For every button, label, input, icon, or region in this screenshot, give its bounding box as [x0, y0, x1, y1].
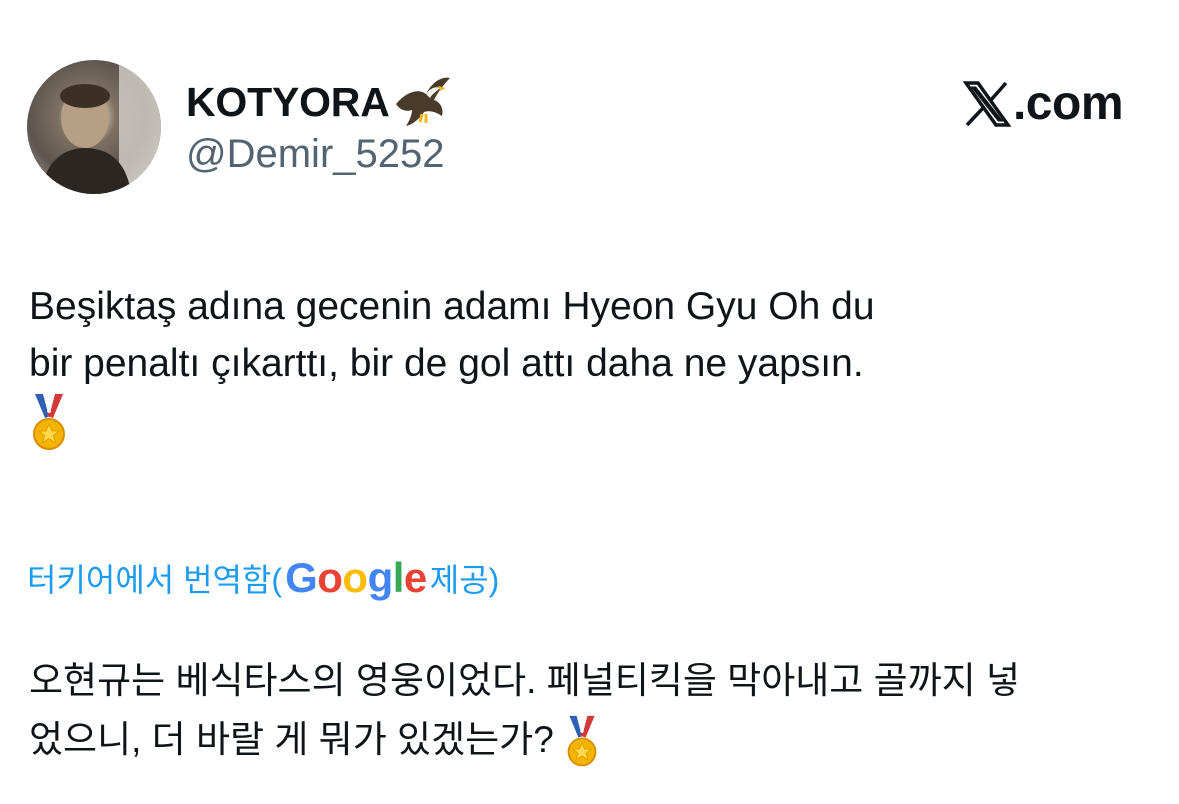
translated-by-link[interactable]: 터키어에서 번역함( Google 제공): [27, 550, 499, 606]
medal-emoji-icon: [33, 394, 65, 450]
translated-label-suffix: 제공): [429, 562, 500, 598]
translated-text-line: 오현규는 베식타스의 영웅이었다. 페널티킥을 막아내고 골까지 넣: [29, 660, 1021, 701]
author-name-row[interactable]: KOTYORA: [186, 74, 452, 130]
avatar[interactable]: [27, 60, 161, 194]
tweet-body: Beşiktaş adına gecenin adamı Hyeon Gyu O…: [29, 278, 1149, 454]
translated-label-prefix: 터키어에서 번역함(: [27, 562, 283, 598]
brand-watermark: .com: [962, 76, 1124, 131]
translated-body: 오현규는 베식타스의 영웅이었다. 페널티킥을 막아내고 골까지 넣 었으니, …: [29, 651, 1154, 771]
brand-text: .com: [1012, 77, 1124, 130]
avatar-photo: [27, 60, 161, 194]
tweet-text-line: Beşiktaş adına gecenin adamı Hyeon Gyu O…: [29, 285, 875, 328]
eagle-emoji-icon: [395, 77, 450, 126]
x-logo-icon: [962, 80, 1012, 127]
google-logo: Google: [285, 554, 427, 601]
author-handle[interactable]: @Demir_5252: [186, 132, 445, 177]
author-display-name[interactable]: KOTYORA: [186, 79, 390, 126]
tweet-text-line: bir penaltı çıkarttı, bir de gol attı da…: [29, 342, 864, 385]
medal-emoji-icon: [567, 716, 597, 767]
translated-text-line-2: 었으니, 더 바랄 게 뭐가 있겠는가?: [29, 710, 1154, 771]
translated-text: 었으니, 더 바랄 게 뭐가 있겠는가?: [29, 719, 554, 760]
tweet-emoji-line: [29, 392, 1149, 454]
